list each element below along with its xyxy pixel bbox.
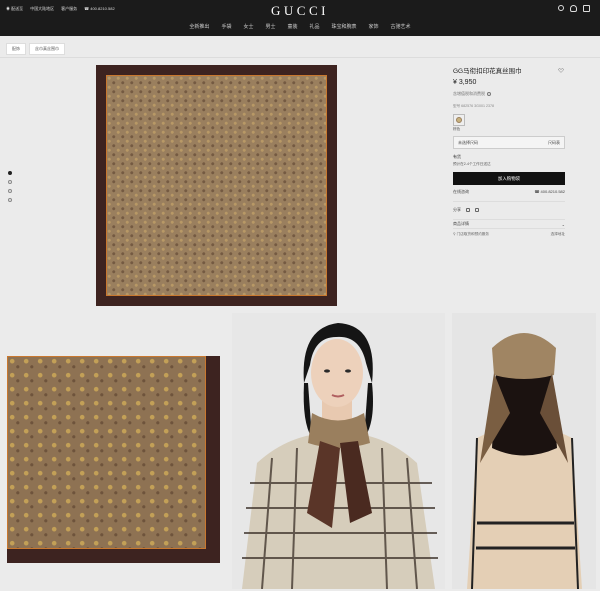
nav-item-art[interactable]: 古驰艺术	[391, 23, 411, 30]
gallery-dot-3[interactable]	[8, 189, 12, 193]
breadcrumb: 配饰 丝巾真丝围巾	[6, 43, 65, 55]
color-swatch-label: 棕色	[453, 127, 461, 131]
gallery-pagination	[8, 171, 12, 207]
nav-item-jewelry[interactable]: 珠宝和腕表	[332, 23, 357, 30]
header-icons	[558, 5, 590, 12]
product-image-main	[96, 65, 337, 306]
size-selector[interactable]: 未选择尺码 尺码表	[453, 136, 565, 149]
details-label: 商品详情	[453, 221, 469, 226]
divider	[0, 57, 600, 58]
tax-note: 含增值税和消费税	[453, 91, 565, 97]
model-photo-front	[232, 313, 445, 589]
nav-item-women[interactable]: 女士	[243, 23, 253, 30]
breadcrumb-item-accessories[interactable]: 配饰	[6, 43, 26, 55]
nav-item-men[interactable]: 男士	[265, 23, 275, 30]
delivery-estimate: 预计在2-4个工作日送达	[453, 162, 491, 166]
user-icon[interactable]	[570, 5, 577, 12]
chevron-down-icon: ⌄	[561, 221, 565, 227]
pickup-label: ⚲ 门店取货和预约服务	[453, 232, 489, 236]
site-header: ◉ 配送至 中国大陆地区 客户服务 ☎ 400.8210.582 GUCCI 全…	[0, 0, 600, 36]
product-sku: 型号 682576 3G001 2378	[453, 104, 494, 108]
store-pickup-row: ⚲ 门店取货和预约服务 选择地址	[453, 232, 565, 237]
availability-status: 有货	[453, 154, 461, 159]
nav-item-decor[interactable]: 家饰	[369, 23, 379, 30]
heart-icon[interactable]	[558, 68, 564, 73]
size-selector-label: 未选择尺码	[458, 139, 478, 145]
share-row: 分享	[453, 207, 565, 213]
nav-item-gifts[interactable]: 礼品	[310, 23, 320, 30]
gallery-dot-2[interactable]	[8, 180, 12, 184]
breadcrumb-item-scarves[interactable]: 丝巾真丝围巾	[29, 43, 65, 55]
nav-item-children[interactable]: 童装	[287, 23, 297, 30]
contact-row: 在线咨询 ☎ 400.8210.582	[453, 189, 565, 202]
nav-item-new[interactable]: 全新推出	[189, 23, 209, 30]
nav-item-handbags[interactable]: 手袋	[221, 23, 231, 30]
swatch-color	[456, 117, 462, 123]
tax-note-text: 含增值税和消费税	[453, 91, 485, 96]
main-nav: 全新推出 手袋 女士 男士 童装 礼品 珠宝和腕表 家饰 古驰艺术	[0, 23, 600, 30]
gallery-dot-4[interactable]	[8, 198, 12, 202]
brand-logo[interactable]: GUCCI	[0, 3, 600, 19]
live-chat-link[interactable]: 在线咨询	[453, 189, 469, 195]
size-guide-link[interactable]: 尺码表	[548, 140, 560, 146]
pickup-select-link[interactable]: 选择地址	[551, 232, 565, 237]
gallery-dot-1[interactable]	[8, 171, 12, 175]
add-to-bag-button[interactable]: 加入购物袋	[453, 172, 565, 185]
contact-phone[interactable]: ☎ 400.8210.582	[534, 189, 565, 195]
product-details-toggle[interactable]: 商品详情 ⌄	[453, 219, 565, 229]
product-info-panel: GG马衔扣印花真丝围巾 ¥ 3,950 含增值税和消费税 型号 682576 3…	[453, 65, 565, 237]
weibo-icon[interactable]	[466, 208, 470, 212]
share-label: 分享	[453, 207, 461, 212]
model-photo-back	[452, 313, 596, 589]
shopping-bag-icon[interactable]	[583, 5, 590, 12]
search-icon[interactable]	[558, 5, 564, 11]
info-icon[interactable]	[487, 92, 491, 96]
color-swatch[interactable]	[453, 114, 465, 126]
product-image-detail	[7, 356, 220, 563]
product-price: ¥ 3,950	[453, 79, 477, 86]
product-title: GG马衔扣印花真丝围巾	[453, 68, 522, 75]
wechat-icon[interactable]	[475, 208, 479, 212]
